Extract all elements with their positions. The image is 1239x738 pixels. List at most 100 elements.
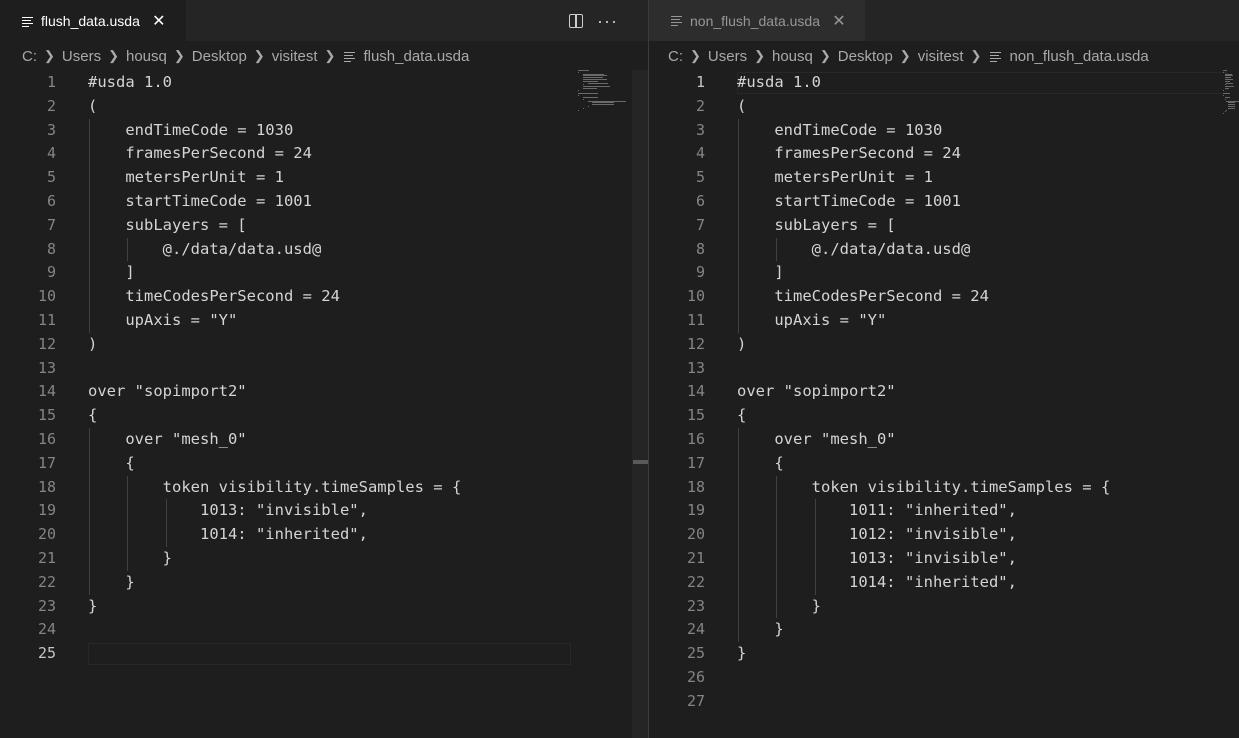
breadcrumb-drive[interactable]: C: — [22, 48, 37, 65]
line-number: 22 — [37, 572, 56, 591]
code-line[interactable]: 3 endTimeCode = 1030 — [649, 118, 1239, 143]
close-icon[interactable]: ✕ — [150, 11, 168, 31]
breadcrumb-visitest[interactable]: visitest — [918, 48, 964, 65]
code-line[interactable]: 15 { — [649, 404, 1239, 428]
code-editor[interactable]: 1 #usda 1.0 2(3 endTimeCode = 1030 4 frames… — [649, 71, 1239, 738]
tab-bar: flush_data.usda ✕ ··· — [0, 0, 632, 41]
line-number: 6 — [695, 192, 705, 210]
code-line[interactable]: 18 token visibility.timeSamples = { — [0, 475, 632, 500]
code-line[interactable]: 23} — [0, 595, 632, 619]
code-line[interactable]: 5 metersPerUnit = 1 — [649, 166, 1239, 190]
code-line[interactable]: 7 subLayers = [ — [0, 213, 632, 238]
code-line[interactable]: 17 { — [0, 451, 632, 476]
line-number: 13 — [686, 358, 705, 377]
code-line[interactable]: 20 1012: "invisible", — [649, 523, 1239, 547]
code-line[interactable]: 17 { — [649, 451, 1239, 476]
chevron-right-icon: ❯ — [970, 48, 982, 63]
code-text: timeCodesPerSecond = 24 — [737, 287, 989, 306]
code-line[interactable]: 7 subLayers = [ — [649, 213, 1239, 238]
code-text: ( — [88, 96, 98, 115]
code-line[interactable]: 4 framesPerSecond = 24 — [649, 142, 1239, 167]
code-line[interactable]: 12) — [0, 333, 632, 357]
code-line[interactable]: 15 { — [0, 404, 632, 428]
code-line[interactable]: 27 — [649, 690, 1239, 714]
code-line[interactable]: 2( — [649, 95, 1239, 119]
code-editor[interactable]: 1 #usda 1.0 2(3 endTimeCode = 1030 4 frames… — [0, 71, 632, 738]
code-line[interactable]: 25} — [649, 642, 1239, 666]
code-line[interactable]: 5 metersPerUnit = 1 — [0, 166, 632, 190]
tab-flush-data[interactable]: flush_data.usda ✕ — [0, 0, 186, 41]
code-line[interactable]: 1 #usda 1.0 — [649, 71, 1239, 95]
code-line[interactable]: 1 #usda 1.0 — [0, 71, 632, 95]
code-line[interactable]: 16 over "mesh_0" — [649, 428, 1239, 452]
breadcrumb-file[interactable]: non_flush_data.usda — [1009, 48, 1148, 65]
chevron-right-icon: ❯ — [324, 48, 336, 63]
breadcrumb-drive[interactable]: C: — [668, 48, 683, 65]
minimap-line — [578, 109, 580, 111]
line-number: 23 — [686, 596, 705, 615]
code-line[interactable]: 10 timeCodesPerSecond = 24 — [649, 285, 1239, 309]
code-text: endTimeCode = 1030 — [737, 120, 943, 139]
code-line[interactable]: 9 ] — [0, 261, 632, 286]
code-line[interactable]: 19 1011: "inherited", — [649, 499, 1239, 524]
editor-group-right: non_flush_data.usda ✕ C: ❯ Users ❯ housq… — [649, 0, 1239, 738]
code-line[interactable]: 4 framesPerSecond = 24 — [0, 142, 632, 167]
code-text: } — [737, 644, 747, 663]
code-line[interactable]: 18 token visibility.timeSamples = { — [649, 475, 1239, 500]
breadcrumb-housq[interactable]: housq — [772, 48, 813, 65]
code-line[interactable]: 24 — [0, 618, 632, 642]
code-line[interactable]: 12) — [649, 333, 1239, 357]
code-line[interactable]: 16 over "mesh_0" — [0, 428, 632, 452]
code-line[interactable]: 3 endTimeCode = 1030 — [0, 118, 632, 143]
more-actions-icon[interactable]: ··· — [597, 12, 618, 30]
code-line[interactable]: 6 startTimeCode = 1001 — [0, 190, 632, 214]
close-icon[interactable]: ✕ — [830, 11, 848, 31]
split-editor-icon[interactable] — [569, 13, 584, 28]
breadcrumb-file[interactable]: flush_data.usda — [363, 48, 469, 65]
code-line[interactable]: 9 ] — [649, 261, 1239, 286]
editor-group-left: flush_data.usda ✕ ··· C: ❯ Users ❯ housq… — [0, 0, 632, 738]
code-line[interactable]: 14 over "sopimport2" — [649, 380, 1239, 404]
code-line[interactable]: 24 } — [649, 618, 1239, 643]
code-line[interactable]: 25 — [0, 642, 632, 666]
code-line[interactable]: 10 timeCodesPerSecond = 24 — [0, 285, 632, 309]
code-line[interactable]: 8 @./data/data.usd@ — [0, 237, 632, 262]
code-line[interactable]: 13 — [649, 357, 1239, 381]
code-line[interactable]: 21 1013: "invisible", — [649, 547, 1239, 571]
code-line[interactable]: 2( — [0, 95, 632, 119]
editor-actions: ··· — [569, 0, 632, 41]
code-text: } — [88, 572, 135, 591]
breadcrumb-users[interactable]: Users — [708, 48, 747, 65]
code-line[interactable]: 20 1014: "inherited", — [0, 523, 632, 547]
code-line[interactable]: 21 } — [0, 547, 632, 571]
code-text: subLayers = [ — [88, 215, 247, 234]
code-line[interactable]: 14 over "sopimport2" — [0, 380, 632, 404]
line-number: 12 — [686, 334, 705, 353]
breadcrumb-housq[interactable]: housq — [126, 48, 167, 65]
tab-non-flush-data[interactable]: non_flush_data.usda ✕ — [649, 0, 865, 41]
minimap-line — [1226, 109, 1228, 111]
code-line[interactable]: 8 @./data/data.usd@ — [649, 237, 1239, 262]
code-line[interactable]: 22 } — [0, 570, 632, 595]
breadcrumb-visitest[interactable]: visitest — [272, 48, 318, 65]
code-line[interactable]: 11 upAxis = "Y" — [0, 309, 632, 333]
breadcrumb-desktop[interactable]: Desktop — [192, 48, 247, 65]
code-line[interactable]: 23 } — [649, 594, 1239, 619]
code-text: framesPerSecond = 24 — [88, 144, 312, 163]
scrollbar-thumb[interactable] — [633, 460, 648, 464]
code-line[interactable]: 26 — [649, 666, 1239, 690]
breadcrumb-desktop[interactable]: Desktop — [838, 48, 893, 65]
file-lines-icon — [990, 51, 1002, 62]
breadcrumb-users[interactable]: Users — [62, 48, 101, 65]
code-text: ) — [88, 334, 98, 353]
code-line[interactable]: 11 upAxis = "Y" — [649, 309, 1239, 333]
minimap[interactable] — [578, 70, 626, 115]
code-text: framesPerSecond = 24 — [737, 144, 961, 163]
code-line[interactable]: 6 startTimeCode = 1001 — [649, 190, 1239, 214]
minimap[interactable] — [1223, 70, 1239, 115]
code-line[interactable]: 22 1014: "inherited", — [649, 570, 1239, 595]
editor-splitter[interactable] — [632, 0, 649, 738]
line-number: 10 — [686, 287, 705, 306]
code-line[interactable]: 13 — [0, 357, 632, 381]
code-line[interactable]: 19 1013: "invisible", — [0, 499, 632, 524]
